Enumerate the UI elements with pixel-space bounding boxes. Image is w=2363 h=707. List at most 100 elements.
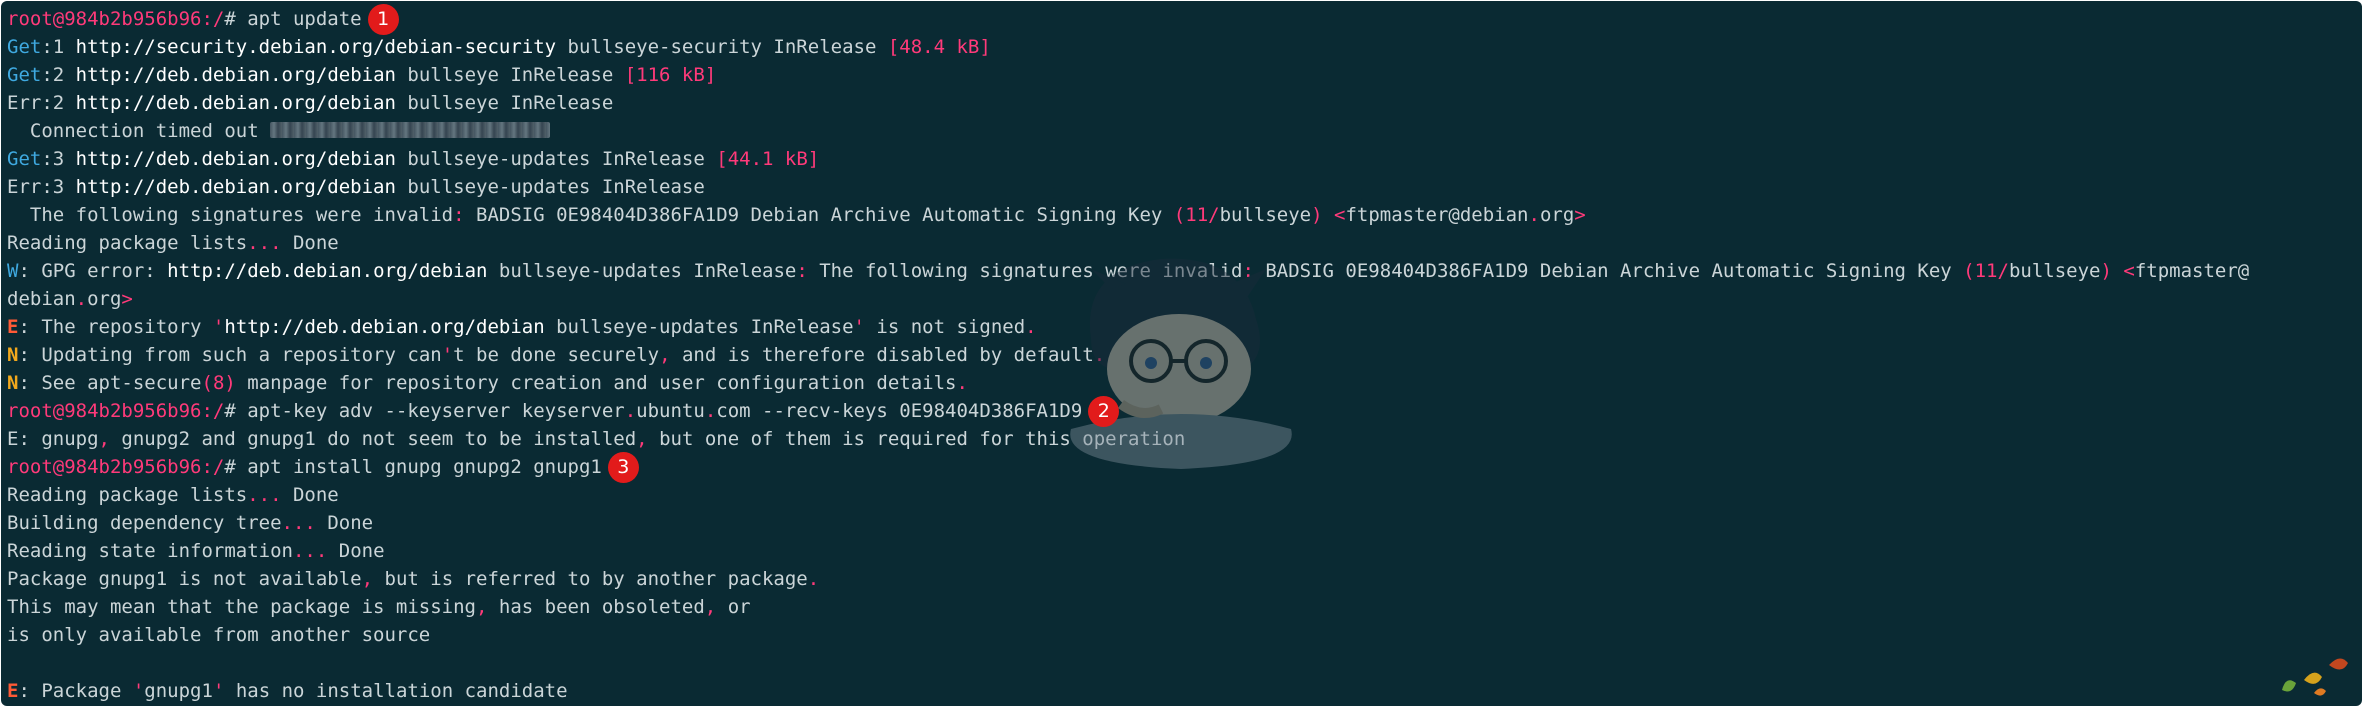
- terminal-text: : See apt-secure: [18, 372, 202, 394]
- terminal-text: W: [7, 260, 19, 282]
- terminal-text: .: [956, 372, 968, 394]
- terminal-text: .: [1528, 204, 1540, 226]
- terminal-line: Reading package lists... Done: [7, 481, 2358, 509]
- terminal-text: http://security.debian.org/debian-securi…: [75, 36, 557, 58]
- terminal-text: is not signed: [864, 316, 1026, 338]
- terminal-text: N: [7, 372, 19, 394]
- terminal-text: ,: [659, 344, 671, 366]
- terminal-text: [44.1 kB]: [716, 148, 820, 170]
- terminal-text: .: [624, 400, 637, 422]
- terminal-text: ...: [281, 512, 316, 534]
- terminal-text: BADSIG 0E98404D386FA1D9 Debian Archive A…: [464, 204, 1174, 226]
- terminal-text: N: [7, 344, 19, 366]
- terminal-text: root@984b2b956b96:/: [7, 8, 225, 30]
- terminal-text: bullseye-updates InRelease: [395, 176, 705, 198]
- annotation-marker: 1: [367, 3, 399, 35]
- terminal-text: http://deb.debian.org/debian: [75, 176, 396, 198]
- terminal-text: ,: [636, 428, 648, 450]
- terminal-text: <: [1334, 204, 1346, 226]
- terminal-text: t be done securely: [453, 344, 660, 366]
- terminal-text: Building dependency tree: [7, 512, 282, 534]
- terminal-text: Reading state information: [7, 540, 293, 562]
- terminal-text: ): [224, 372, 236, 394]
- terminal-text: # apt update: [224, 8, 362, 30]
- terminal-text: .: [704, 400, 717, 422]
- terminal-text: gnupg1: [144, 680, 213, 702]
- terminal-text: http://deb.debian.org/debian: [75, 64, 396, 86]
- terminal-line: The following signatures were invalid: B…: [7, 201, 2358, 229]
- terminal-text: 11: [1185, 204, 1209, 226]
- terminal-text: is only available from another source: [7, 624, 431, 646]
- terminal-text: The following signatures were invalid: [7, 204, 454, 226]
- terminal-text: http://deb.debian.org/debian: [224, 316, 545, 338]
- terminal-line: Err:2 http://deb.debian.org/debian bulls…: [7, 89, 2358, 117]
- terminal-text: (: [1173, 204, 1186, 226]
- terminal-text: # apt-key adv --keyserver keyserver: [224, 400, 625, 422]
- terminal-text: bullseye InRelease: [395, 92, 614, 114]
- terminal-text: :: [796, 260, 808, 282]
- terminal-text: # apt install gnupg gnupg2 gnupg1: [224, 456, 602, 478]
- anime-character-watermark-icon: [1070, 258, 1292, 469]
- terminal-text: bullseye-updates InRelease: [487, 260, 797, 282]
- terminal-text: manpage for repository creation and user…: [235, 372, 957, 394]
- terminal-text: >: [121, 288, 133, 310]
- terminal-text: E: gnupg: [7, 428, 99, 450]
- terminal-text: Err:3: [7, 176, 76, 198]
- terminal-text: org: [87, 288, 122, 310]
- terminal-line: Reading state information... Done: [7, 537, 2358, 565]
- terminal-text: has been obsoleted: [487, 596, 705, 618]
- terminal-line: Connection timed out: [7, 117, 2358, 145]
- terminal-text: :1: [41, 36, 76, 58]
- terminal-text: This may mean that the package is missin…: [7, 596, 476, 618]
- terminal-text: 11: [1974, 260, 1998, 282]
- terminal-line: Get:1 http://security.debian.org/debian-…: [7, 33, 2358, 61]
- terminal-text: Done: [327, 540, 385, 562]
- terminal-text: :2: [41, 64, 76, 86]
- terminal-text: ': [132, 680, 145, 702]
- terminal-text: bullseye-updates InRelease: [544, 316, 854, 338]
- terminal-line: root@984b2b956b96:/# apt update: [7, 5, 2358, 33]
- terminal-line: Get:3 http://deb.debian.org/debian bulls…: [7, 145, 2358, 173]
- terminal-line: This may mean that the package is missin…: [7, 593, 2358, 621]
- terminal-text: Package gnupg1 is not available: [7, 568, 362, 590]
- terminal-text: Get: [7, 64, 42, 86]
- terminal-text: ftpmaster@debian: [1345, 204, 1529, 226]
- terminal-text: Connection timed out: [7, 120, 271, 142]
- terminal-text: root@984b2b956b96:/: [7, 456, 225, 478]
- terminal-text: http://deb.debian.org/debian: [75, 148, 396, 170]
- terminal-text: ...: [247, 484, 282, 506]
- terminal-window[interactable]: root@984b2b956b96:/# apt update Get:1 htt…: [1, 1, 2362, 706]
- terminal-text: .: [807, 568, 820, 590]
- terminal-text: org: [1539, 204, 1575, 226]
- terminal-text: ): [1311, 204, 1323, 226]
- terminal-text: http://deb.debian.org/debian: [75, 92, 396, 114]
- terminal-line: Package gnupg1 is not available, but is …: [7, 565, 2358, 593]
- terminal-text: : Updating from such a repository can: [18, 344, 442, 366]
- terminal-text: debian: [7, 288, 76, 310]
- terminal-text: or: [716, 596, 751, 618]
- terminal-text: ubuntu: [636, 400, 705, 422]
- terminal-text: E: [7, 316, 19, 338]
- terminal-text: bullseye-security InRelease: [556, 36, 888, 58]
- annotation-marker: 2: [1088, 395, 1120, 427]
- redacted-address: [270, 122, 551, 138]
- terminal-text: .: [75, 288, 88, 310]
- terminal-text: root@984b2b956b96:/: [7, 400, 225, 422]
- terminal-line: E: Package 'gnupg1' has no installation …: [7, 677, 2358, 705]
- terminal-text: : Package: [18, 680, 133, 702]
- terminal-text: ': [212, 680, 225, 702]
- terminal-text: :3: [41, 148, 76, 170]
- terminal-text: Done: [315, 512, 374, 534]
- terminal-text: Done: [281, 232, 339, 254]
- terminal-text: Err:2: [7, 92, 76, 114]
- terminal-text: (: [201, 372, 213, 394]
- terminal-text: gnupg2 and gnupg1 do not seem to be inst…: [109, 428, 637, 450]
- terminal-text: (: [1963, 260, 1975, 282]
- terminal-text: Get: [7, 148, 42, 170]
- terminal-text: Done: [281, 484, 339, 506]
- terminal-text: Reading package lists: [7, 484, 248, 506]
- terminal-text: <: [2123, 260, 2135, 282]
